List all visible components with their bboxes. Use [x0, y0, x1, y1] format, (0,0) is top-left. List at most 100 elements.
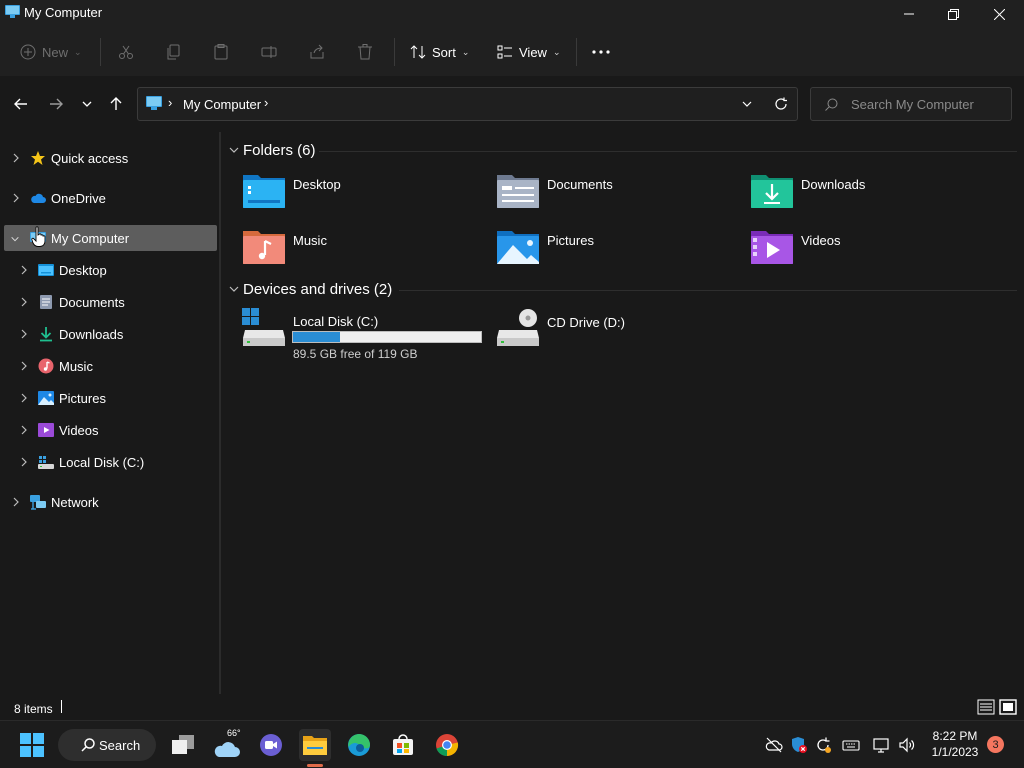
- download-icon: [40, 327, 52, 342]
- maximize-button[interactable]: [930, 0, 976, 28]
- copy-button[interactable]: [166, 38, 182, 66]
- store-button[interactable]: [387, 729, 419, 761]
- folder-tile-videos[interactable]: Videos: [750, 227, 1000, 277]
- cloud-offline-icon[interactable]: [765, 736, 783, 754]
- sync-icon[interactable]: [814, 736, 832, 754]
- file-explorer-taskbar-button[interactable]: [299, 729, 331, 761]
- chevron-right-icon[interactable]: [11, 152, 21, 164]
- close-button[interactable]: [976, 0, 1022, 28]
- sidebar-item-downloads[interactable]: Downloads: [4, 321, 217, 347]
- taskbar-search-button[interactable]: Search: [58, 729, 156, 761]
- chevron-right-icon[interactable]: [11, 192, 21, 204]
- sidebar-item-label: Network: [51, 495, 99, 510]
- folder-tile-desktop[interactable]: Desktop: [242, 171, 492, 221]
- sidebar-item-label: My Computer: [51, 231, 130, 246]
- windows-logo-icon: [20, 733, 44, 757]
- monitor-icon: [5, 5, 20, 18]
- chevron-right-icon[interactable]: [19, 424, 29, 436]
- sidebar-item-documents[interactable]: Documents: [4, 289, 217, 315]
- chevron-down-icon: [229, 147, 239, 153]
- monitor-icon: [146, 96, 162, 110]
- drive-tile-local-disk[interactable]: Local Disk (C:) 89.5 GB free of 119 GB: [242, 308, 492, 361]
- forward-button[interactable]: [43, 93, 69, 115]
- recent-locations-button[interactable]: [74, 93, 100, 115]
- active-app-indicator: [307, 764, 323, 767]
- more-options-button[interactable]: [592, 38, 610, 66]
- view-button[interactable]: View ⌄: [497, 38, 561, 66]
- chevron-right-icon[interactable]: [19, 392, 29, 404]
- documents-folder-icon: [497, 175, 539, 208]
- sort-icon: [410, 45, 426, 59]
- restore-icon: [947, 8, 959, 20]
- task-view-button[interactable]: [167, 729, 199, 761]
- sidebar-item-local-disk[interactable]: Local Disk (C:): [4, 449, 217, 475]
- sidebar-item-desktop[interactable]: Desktop: [4, 257, 217, 283]
- chrome-browser-icon: [436, 734, 459, 757]
- chrome-button[interactable]: [431, 729, 463, 761]
- chevron-right-icon[interactable]: [19, 296, 29, 308]
- chevron-right-icon[interactable]: [11, 496, 21, 508]
- breadcrumb-my-computer[interactable]: My Computer: [183, 97, 261, 112]
- back-button[interactable]: [8, 93, 34, 115]
- copy-icon: [167, 44, 180, 60]
- sort-button[interactable]: Sort ⌄: [410, 38, 469, 66]
- new-label: New: [42, 44, 69, 60]
- chevron-down-icon[interactable]: [742, 101, 752, 107]
- navigation-pane: Quick access OneDrive My Computer Deskto…: [0, 132, 219, 692]
- notification-badge[interactable]: 3: [987, 736, 1004, 753]
- chat-button[interactable]: [255, 729, 287, 761]
- divider: [100, 38, 101, 66]
- sidebar-item-label: Quick access: [51, 151, 129, 166]
- security-shield-icon[interactable]: [790, 736, 808, 754]
- chevron-right-icon[interactable]: [19, 360, 29, 372]
- network-icon: [30, 495, 46, 510]
- folder-tile-downloads[interactable]: Downloads: [750, 171, 1000, 221]
- breadcrumb-chevron-icon[interactable]: ›: [264, 95, 268, 110]
- up-button[interactable]: [103, 93, 129, 115]
- content-pane: Folders (6) Desktop Documents Downloads …: [221, 132, 1024, 692]
- minimize-button[interactable]: [886, 0, 932, 28]
- folder-tile-pictures[interactable]: Pictures: [496, 227, 746, 277]
- arrow-right-icon: [50, 98, 63, 110]
- chevron-right-icon[interactable]: [19, 328, 29, 340]
- sidebar-item-pictures[interactable]: Pictures: [4, 385, 217, 411]
- documents-icon: [40, 295, 52, 309]
- sidebar-item-network[interactable]: Network: [4, 489, 217, 515]
- desktop-folder-icon: [38, 264, 54, 276]
- search-label: Search: [99, 738, 141, 753]
- rename-button[interactable]: [261, 38, 277, 66]
- cut-button[interactable]: [118, 38, 134, 66]
- sidebar-item-quick-access[interactable]: Quick access: [4, 145, 217, 171]
- folder-tile-music[interactable]: Music: [242, 227, 492, 277]
- network-status-icon[interactable]: [873, 736, 891, 754]
- details-view-icon[interactable]: [977, 698, 995, 716]
- search-box[interactable]: Search My Computer: [810, 87, 1012, 121]
- paste-button[interactable]: [213, 38, 229, 66]
- pictures-folder-icon: [497, 231, 539, 264]
- chevron-down-icon[interactable]: [10, 233, 20, 245]
- volume-icon[interactable]: [898, 736, 916, 754]
- task-view-icon: [172, 735, 194, 754]
- sidebar-item-videos[interactable]: Videos: [4, 417, 217, 443]
- delete-button[interactable]: [357, 38, 373, 66]
- sidebar-item-label: Downloads: [59, 327, 124, 342]
- edge-button[interactable]: [343, 729, 375, 761]
- sidebar-item-music[interactable]: Music: [4, 353, 217, 379]
- status-bar: 8 items: [0, 694, 1024, 720]
- sidebar-item-onedrive[interactable]: OneDrive: [4, 185, 217, 211]
- group-divider: [319, 151, 1017, 152]
- divider: [394, 38, 395, 66]
- address-bar[interactable]: › My Computer ›: [137, 87, 798, 121]
- chevron-right-icon[interactable]: [19, 264, 29, 276]
- folder-tile-documents[interactable]: Documents: [496, 171, 746, 221]
- new-button[interactable]: New ⌄: [20, 38, 82, 66]
- drive-tile-cd-drive[interactable]: CD Drive (D:): [496, 308, 746, 356]
- start-button[interactable]: [16, 729, 48, 761]
- share-button[interactable]: [309, 38, 325, 66]
- keyboard-icon[interactable]: [842, 736, 860, 754]
- clock[interactable]: 8:22 PM 1/1/2023: [930, 728, 980, 760]
- refresh-icon[interactable]: [774, 97, 788, 111]
- large-icons-view-icon[interactable]: [999, 698, 1017, 716]
- drive-label: Local Disk (C:): [293, 314, 379, 329]
- chevron-right-icon[interactable]: [19, 456, 29, 468]
